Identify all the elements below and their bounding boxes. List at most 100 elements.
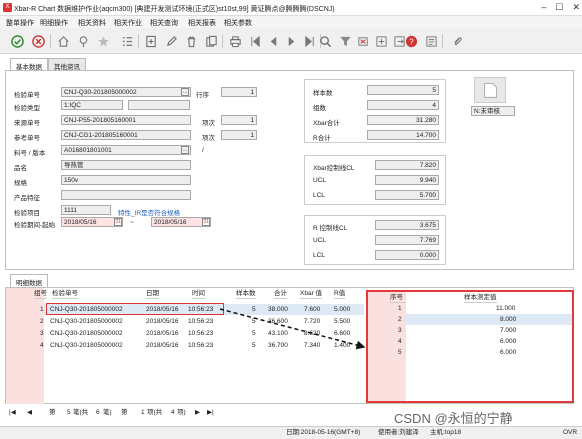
menu-item[interactable]: 相关资料 — [78, 18, 106, 28]
cell-group: 3 — [40, 330, 44, 337]
pager-total: 6 — [96, 409, 100, 416]
pager-text: 笔(共 — [73, 409, 89, 416]
xbar-total-label: Xbar合计 — [313, 120, 340, 127]
r-cl-field[interactable]: 3.675 — [375, 220, 439, 230]
list-icon[interactable] — [120, 34, 134, 48]
print-icon[interactable] — [228, 34, 242, 48]
prev-page-icon[interactable]: ◀ — [27, 408, 32, 418]
filter-icon[interactable] — [338, 34, 352, 48]
menu-item[interactable]: 明细操作 — [40, 18, 68, 28]
confirm-icon[interactable] — [10, 34, 24, 48]
menu-item[interactable]: 相关报表 — [188, 18, 216, 28]
line-no-field[interactable]: 1 — [221, 87, 257, 97]
item-seq-field[interactable]: 1 — [221, 115, 257, 125]
spec-label: 规格 — [14, 180, 27, 187]
inspect-item-link[interactable]: 特性_IR是否符合规格 — [118, 207, 180, 217]
clear-filter-icon[interactable] — [356, 34, 370, 48]
attachment-icon[interactable] — [450, 34, 464, 48]
last-page-icon[interactable]: ▶| — [207, 408, 214, 418]
maximize-button[interactable]: ☐ — [555, 2, 563, 12]
name-field[interactable]: 导热管 — [61, 160, 191, 170]
material-field[interactable]: A016801801001 — [61, 145, 191, 155]
watermark: CSDN @永恒的宁静 — [394, 411, 513, 426]
prev-record-icon[interactable] — [266, 34, 280, 48]
delete-icon[interactable] — [184, 34, 198, 48]
status-ovr: OVR — [563, 429, 578, 436]
menu-item[interactable]: 相关参数 — [224, 18, 252, 28]
r-ucl-field[interactable]: 7.769 — [375, 235, 439, 245]
search-icon[interactable] — [318, 34, 332, 48]
calendar-icon[interactable]: 31 — [114, 218, 122, 226]
r-lcl-field[interactable]: 0.000 — [375, 250, 439, 260]
cell-value: 6.000 — [500, 349, 517, 356]
column-header[interactable]: 样本测定值 — [464, 292, 497, 303]
source-no-label: 来源单号 — [14, 120, 40, 127]
xbar-cl-field[interactable]: 7.820 — [375, 160, 439, 170]
item-seq2-label: 项次 — [202, 135, 215, 142]
inspect-no-label: 检验单号 — [14, 92, 40, 99]
menu-item[interactable]: 相关查询 — [150, 18, 178, 28]
r-lcl-label: LCL — [313, 252, 325, 259]
locate-icon[interactable] — [76, 34, 90, 48]
item-seq2-field[interactable]: 1 — [221, 130, 257, 140]
xbar-lcl-label: LCL — [313, 192, 325, 199]
menu-item[interactable]: 整单操作 — [6, 18, 34, 28]
edit-icon[interactable] — [164, 34, 178, 48]
header-panel: 检验单号 CNJ-Q30-201805000002 … 行序 1 检验类型 1:… — [5, 70, 574, 270]
group-count-field[interactable]: 4 — [367, 100, 439, 110]
help-icon[interactable]: ? — [404, 34, 418, 48]
cancel-icon[interactable] — [31, 34, 45, 48]
first-page-icon[interactable]: |◀ — [9, 408, 16, 418]
lookup-icon[interactable]: … — [181, 146, 189, 154]
copy-icon[interactable] — [204, 34, 218, 48]
column-header[interactable]: R值 — [334, 288, 346, 299]
close-button[interactable]: ✕ — [572, 2, 580, 12]
cell-seq: 5 — [398, 349, 402, 356]
source-no-field[interactable]: CNJ-P55-201805160001 — [61, 115, 191, 125]
ref-no-field[interactable]: CNJ-CG1-201805160001 — [61, 130, 191, 140]
feature-label: 产品特征 — [14, 195, 40, 202]
inspect-type-sub-select[interactable] — [128, 100, 190, 110]
spec-field[interactable]: 150v — [61, 175, 191, 185]
next-record-icon[interactable] — [284, 34, 298, 48]
status-select[interactable]: N:未审核 — [471, 106, 515, 116]
inspect-no-field[interactable]: CNJ-Q30-201805000002 — [61, 87, 191, 97]
feature-field[interactable] — [61, 190, 191, 200]
last-record-icon[interactable] — [302, 34, 316, 48]
column-header[interactable]: 合计 — [274, 288, 287, 299]
xbar-ucl-field[interactable]: 9.940 — [375, 175, 439, 185]
inspect-item-field[interactable]: 1111 — [61, 205, 111, 215]
column-header[interactable]: 样本数 — [236, 288, 256, 299]
minimize-button[interactable]: – — [541, 2, 546, 12]
lookup-icon[interactable]: … — [181, 88, 189, 96]
column-header[interactable]: 时间 — [192, 288, 205, 299]
column-header[interactable]: 序号 — [390, 292, 406, 303]
xbar-lcl-field[interactable]: 5.700 — [375, 190, 439, 200]
cell-time[interactable]: 10:56:23 — [188, 305, 213, 315]
next-page-icon[interactable]: ▶ — [195, 408, 200, 418]
name-label: 品名 — [14, 165, 27, 172]
cell-group: 2 — [40, 318, 44, 325]
column-header[interactable]: 检验单号 — [52, 288, 78, 299]
first-record-icon[interactable] — [248, 34, 262, 48]
home-icon[interactable] — [56, 34, 70, 48]
export-icon[interactable] — [374, 34, 388, 48]
cell-group: 1 — [40, 306, 44, 313]
r-total-field[interactable]: 14.700 — [367, 130, 439, 140]
column-header[interactable]: 日期 — [146, 288, 159, 299]
tab-detail[interactable]: 明细数据 — [10, 274, 48, 287]
cell-time: 10:56:23 — [188, 318, 214, 325]
star-icon[interactable] — [96, 34, 110, 48]
column-header[interactable]: 组号 — [34, 288, 47, 299]
xbar-total-field[interactable]: 31.280 — [367, 115, 439, 125]
menu-item[interactable]: 相关作业 — [114, 18, 142, 28]
notes-icon[interactable] — [424, 34, 438, 48]
app-icon: X — [3, 3, 12, 12]
xbar-ucl-label: UCL — [313, 177, 327, 184]
calendar-icon[interactable]: 31 — [202, 218, 210, 226]
add-icon[interactable] — [144, 34, 158, 48]
sample-count-field[interactable]: 5 — [367, 85, 439, 95]
column-header[interactable]: Xbar 值 — [300, 288, 323, 299]
inspect-item-label: 检验项目 — [14, 210, 40, 217]
inspect-type-select[interactable]: 1:IQC — [61, 100, 123, 110]
